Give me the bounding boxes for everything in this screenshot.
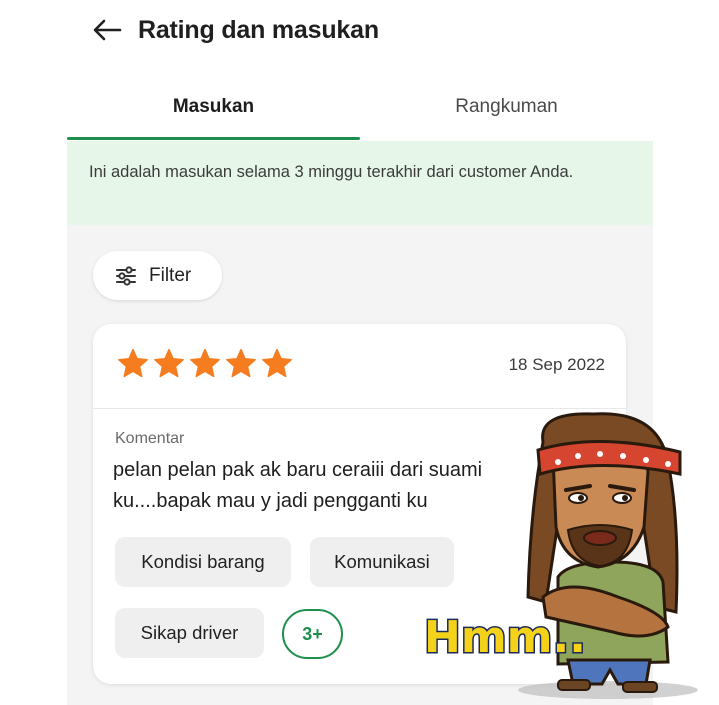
tab-rangkuman-label: Rangkuman [455,96,558,117]
active-tab-indicator [67,137,360,140]
info-banner-text: Ini adalah masukan selama 3 minggu terak… [89,163,574,181]
sliders-icon [116,265,136,286]
tag-chip-kondisi-barang[interactable]: Kondisi barang [115,537,291,587]
tab-masukan-label: Masukan [172,96,255,117]
filter-label: Filter [149,264,192,286]
comment-label: Komentar [115,430,185,447]
review-date: 18 Sep 2022 [508,355,605,374]
hmm-sticker-image: Hmm.. [423,412,698,699]
more-tags-button[interactable]: 3+ [282,609,343,659]
tab-masukan[interactable]: Masukan [67,82,360,140]
svg-text:Hmm..: Hmm.. [424,612,586,663]
star-icon [118,348,148,378]
more-tags-label: 3+ [302,623,323,644]
tag-chip-sikap-driver[interactable]: Sikap driver [115,608,264,658]
app-header: Rating dan masukan [92,10,379,50]
info-banner: Ini adalah masukan selama 3 minggu terak… [67,141,653,225]
tab-rangkuman[interactable]: Rangkuman [360,82,653,132]
arrow-left-icon[interactable] [92,16,126,44]
star-icon [262,348,292,378]
tab-bar: Masukan Rangkuman [67,82,653,142]
filter-button[interactable]: Filter [93,251,222,300]
star-rating [116,347,294,381]
star-icon [190,348,220,378]
page-title: Rating dan masukan [138,15,379,44]
star-icon [226,348,256,378]
star-icon [154,348,184,378]
tag-chip-label: Sikap driver [140,622,239,643]
tag-chip-label: Komunikasi [334,551,430,572]
tag-chip-label: Kondisi barang [141,551,265,572]
